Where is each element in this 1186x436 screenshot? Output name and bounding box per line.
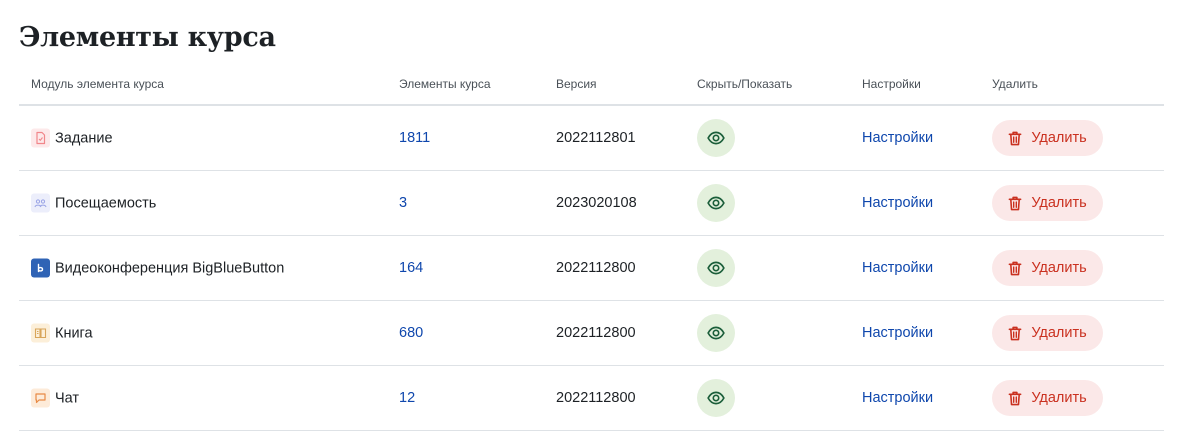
toggle-visibility-button[interactable] bbox=[697, 119, 735, 157]
module-icon bbox=[31, 388, 50, 408]
module-name: Видеоконференция BigBlueButton bbox=[55, 260, 285, 276]
table-row: Книга 680 2022112800 Настройки Удалить bbox=[19, 301, 1164, 366]
module-version: 2022112801 bbox=[556, 130, 636, 146]
toggle-visibility-button[interactable] bbox=[697, 314, 735, 352]
module-version: 2022112800 bbox=[556, 390, 636, 406]
module-count-link[interactable]: 3 bbox=[399, 195, 407, 211]
toggle-visibility-button[interactable] bbox=[697, 184, 735, 222]
eye-icon bbox=[707, 196, 725, 210]
module-cell: Книга bbox=[31, 323, 93, 343]
header-settings: Настройки bbox=[862, 77, 921, 91]
header-delete: Удалить bbox=[992, 77, 1038, 91]
settings-link[interactable]: Настройки bbox=[862, 390, 933, 406]
module-name: Книга bbox=[55, 325, 93, 341]
module-count-link[interactable]: 1811 bbox=[399, 130, 430, 146]
module-cell: Чат bbox=[31, 388, 80, 408]
delete-button[interactable]: Удалить bbox=[992, 185, 1103, 221]
module-icon bbox=[31, 128, 50, 148]
table-row: Чат 12 2022112800 Настройки Удалить bbox=[19, 366, 1164, 431]
table-body: Задание 1811 2022112801 Настройки Удалит… bbox=[19, 106, 1164, 431]
module-icon bbox=[31, 193, 50, 213]
module-version: 2022112800 bbox=[556, 260, 636, 276]
module-cell: Видеоконференция BigBlueButton bbox=[31, 258, 285, 278]
module-version: 2023020108 bbox=[556, 195, 637, 211]
module-name: Задание bbox=[55, 130, 113, 146]
trash-icon bbox=[1008, 326, 1022, 340]
chat-icon bbox=[35, 393, 46, 404]
module-count-link[interactable]: 164 bbox=[399, 260, 423, 276]
delete-label: Удалить bbox=[1031, 260, 1087, 276]
module-name: Посещаемость bbox=[55, 195, 157, 211]
delete-button[interactable]: Удалить bbox=[992, 120, 1103, 156]
module-name: Чат bbox=[55, 390, 80, 406]
table-row: Задание 1811 2022112801 Настройки Удалит… bbox=[19, 106, 1164, 171]
trash-icon bbox=[1008, 196, 1022, 210]
table-row: Видеоконференция BigBlueButton 164 20221… bbox=[19, 236, 1164, 301]
delete-label: Удалить bbox=[1031, 195, 1087, 211]
eye-icon bbox=[707, 326, 725, 340]
delete-button[interactable]: Удалить bbox=[992, 250, 1103, 286]
module-version: 2022112800 bbox=[556, 325, 636, 341]
course-modules-table: Модуль элемента курса Элементы курса Вер… bbox=[19, 64, 1164, 431]
module-count-link[interactable]: 680 bbox=[399, 325, 423, 341]
attendance-icon bbox=[34, 199, 47, 208]
delete-button[interactable]: Удалить bbox=[992, 315, 1103, 351]
module-cell: Задание bbox=[31, 128, 113, 148]
settings-link[interactable]: Настройки bbox=[862, 195, 933, 211]
assignment-icon bbox=[36, 131, 46, 145]
delete-label: Удалить bbox=[1031, 390, 1087, 406]
settings-link[interactable]: Настройки bbox=[862, 325, 933, 341]
trash-icon bbox=[1008, 261, 1022, 275]
module-icon bbox=[31, 323, 50, 343]
header-module: Модуль элемента курса bbox=[31, 77, 164, 91]
module-cell: Посещаемость bbox=[31, 193, 157, 213]
toggle-visibility-button[interactable] bbox=[697, 249, 735, 287]
header-count: Элементы курса bbox=[399, 77, 491, 91]
delete-button[interactable]: Удалить bbox=[992, 380, 1103, 416]
delete-label: Удалить bbox=[1031, 130, 1087, 146]
page-title: Элементы курса bbox=[19, 22, 276, 53]
module-icon bbox=[31, 258, 50, 278]
toggle-visibility-button[interactable] bbox=[697, 379, 735, 417]
module-count-link[interactable]: 12 bbox=[399, 390, 415, 406]
trash-icon bbox=[1008, 131, 1022, 145]
settings-link[interactable]: Настройки bbox=[862, 260, 933, 276]
eye-icon bbox=[707, 261, 725, 275]
header-version: Версия bbox=[556, 77, 597, 91]
book-icon bbox=[34, 328, 47, 339]
bigbluebutton-icon bbox=[37, 263, 44, 273]
delete-label: Удалить bbox=[1031, 325, 1087, 341]
header-visibility: Скрыть/Показать bbox=[697, 77, 793, 91]
table-header: Модуль элемента курса Элементы курса Вер… bbox=[19, 64, 1164, 106]
eye-icon bbox=[707, 391, 725, 405]
table-row: Посещаемость 3 2023020108 Настройки Удал… bbox=[19, 171, 1164, 236]
eye-icon bbox=[707, 131, 725, 145]
trash-icon bbox=[1008, 391, 1022, 405]
settings-link[interactable]: Настройки bbox=[862, 130, 933, 146]
